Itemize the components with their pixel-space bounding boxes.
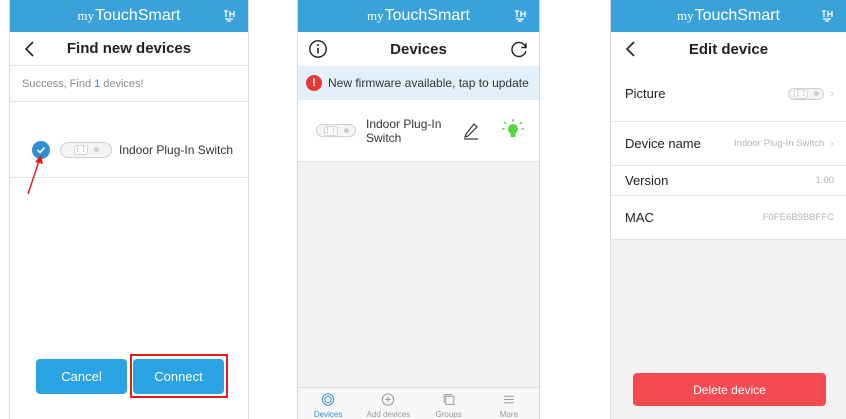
cancel-button[interactable]: Cancel: [36, 359, 127, 394]
chevron-right-icon: ›: [830, 137, 834, 150]
brand-name: TouchSmart: [95, 7, 181, 24]
mac-value: F0FE6B9BBFFC: [762, 212, 834, 223]
success-message: Success, Find 1 devices!: [10, 66, 248, 102]
picture-label: Picture: [625, 86, 666, 101]
device-name-row[interactable]: Device name Indoor Plug-In Switch ›: [611, 122, 846, 166]
chevron-right-icon: ›: [830, 87, 834, 100]
app-logo-icon: [224, 10, 235, 22]
nav-bar: Find new devices: [10, 32, 248, 66]
brand-prefix: my: [77, 8, 95, 23]
plug-switch-icon: ⋮⋮: [60, 141, 112, 158]
tab-groups[interactable]: Groups: [419, 388, 479, 419]
success-prefix: Success, Find: [22, 77, 92, 90]
brand-name: TouchSmart: [694, 7, 780, 24]
devices-icon: [321, 393, 335, 406]
version-value: 1.00: [815, 175, 835, 186]
chevron-left-icon[interactable]: [621, 39, 641, 59]
connect-highlight-box: [130, 354, 228, 398]
success-suffix: devices!: [103, 77, 144, 90]
brand-name: TouchSmart: [384, 7, 470, 24]
tab-label: Devices: [313, 410, 343, 419]
add-icon: [382, 393, 395, 406]
app-header: my TouchSmart: [611, 0, 846, 32]
page-title: Devices: [390, 40, 447, 58]
page-title: Edit device: [688, 40, 769, 58]
tab-more[interactable]: More: [479, 388, 539, 419]
delete-device-button[interactable]: Delete device: [633, 373, 826, 406]
app-header: my TouchSmart: [298, 0, 539, 32]
nav-bar: Devices: [298, 32, 539, 66]
warning-icon: !: [306, 75, 322, 91]
device-name: Indoor Plug-In Switch: [119, 142, 234, 157]
tab-label: More: [499, 410, 518, 419]
pencil-icon[interactable]: [463, 122, 479, 140]
empty-device-area: [298, 162, 539, 387]
device-name: Indoor Plug-In Switch: [366, 116, 442, 145]
tab-bar: Devices Add devices Groups More: [298, 387, 539, 419]
tab-label: Groups: [435, 410, 462, 419]
menu-icon: [504, 395, 514, 404]
app-header: my TouchSmart: [10, 0, 248, 32]
nav-bar: Edit device: [611, 32, 846, 66]
tab-devices[interactable]: Devices: [298, 388, 358, 419]
brand-prefix: my: [367, 8, 384, 23]
app-logo-icon: [515, 10, 526, 22]
app-logo-icon: [822, 10, 833, 22]
tab-label: Add devices: [366, 410, 411, 419]
version-row: Version 1.00: [611, 166, 846, 196]
groups-icon: [443, 394, 454, 405]
plug-switch-icon: ⋮⋮: [788, 87, 825, 100]
refresh-icon[interactable]: [509, 39, 529, 59]
red-arrow-icon: [27, 155, 43, 195]
page-title: Find new devices: [66, 40, 192, 57]
devices-screen: my TouchSmart Devices ! New firmware avai…: [297, 0, 540, 419]
success-count: 1: [94, 77, 101, 90]
chevron-left-icon[interactable]: [20, 39, 40, 59]
mac-label: MAC: [625, 210, 654, 225]
firmware-notice-text: New firmware available, tap to update: [328, 76, 529, 90]
firmware-banner[interactable]: ! New firmware available, tap to update: [298, 66, 539, 100]
edit-device-screen: my TouchSmart Edit device Picture ⋮⋮ › De…: [610, 0, 846, 419]
find-devices-screen: my TouchSmart Find new devices Success, F…: [9, 0, 249, 419]
device-name-label: Device name: [625, 136, 701, 151]
bulb-icon[interactable]: [501, 118, 525, 144]
tab-add-devices[interactable]: Add devices: [358, 388, 418, 419]
picture-row[interactable]: Picture ⋮⋮ ›: [611, 66, 846, 122]
plug-switch-icon: ⋮⋮: [316, 124, 356, 137]
version-label: Version: [625, 173, 669, 188]
device-card[interactable]: ⋮⋮ Indoor Plug-In Switch: [298, 100, 539, 162]
mac-row: MAC F0FE6B9BBFFC: [611, 196, 846, 240]
info-icon[interactable]: [308, 39, 328, 59]
brand-prefix: my: [677, 8, 694, 23]
device-name-value: Indoor Plug-In Switch: [734, 138, 825, 149]
